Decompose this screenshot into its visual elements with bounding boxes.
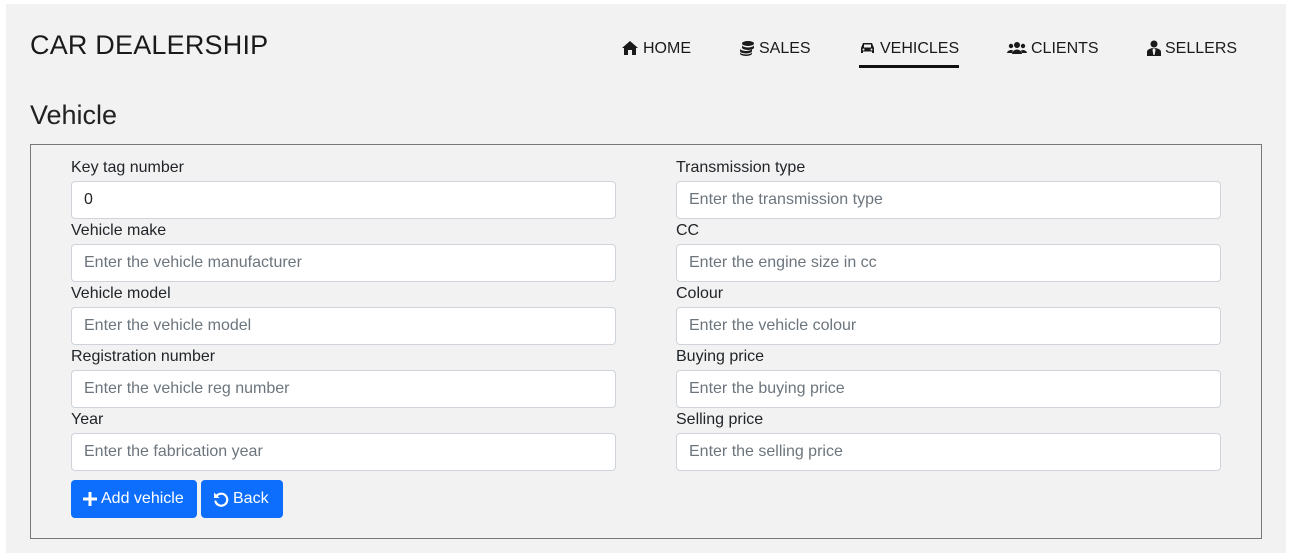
selling-price-input[interactable] xyxy=(676,433,1221,471)
nav-sales[interactable]: SALES xyxy=(739,40,811,68)
vehicle-make-field: Vehicle make xyxy=(71,222,616,282)
undo-icon xyxy=(213,491,229,507)
user-tie-icon xyxy=(1147,40,1161,56)
colour-label: Colour xyxy=(676,285,724,302)
nav-home[interactable]: HOME xyxy=(621,40,691,68)
page-title: Vehicle xyxy=(30,100,118,130)
nav-sellers-label: SELLERS xyxy=(1165,40,1238,57)
vehicle-model-field: Vehicle model xyxy=(71,285,616,345)
cc-input[interactable] xyxy=(676,244,1221,282)
buying-price-field: Buying price xyxy=(676,348,1221,408)
vehicle-form: Key tag number Vehicle make Vehicle mode… xyxy=(30,144,1262,539)
nav-home-label: HOME xyxy=(643,40,691,57)
selling-price-field: Selling price xyxy=(676,411,1221,471)
nav-sellers[interactable]: SELLERS xyxy=(1147,40,1237,68)
nav-clients[interactable]: CLIENTS xyxy=(1007,40,1099,68)
colour-input[interactable] xyxy=(676,307,1221,345)
year-field: Year xyxy=(71,411,616,471)
buying-price-input[interactable] xyxy=(676,370,1221,408)
year-label: Year xyxy=(71,411,104,428)
year-input[interactable] xyxy=(71,433,616,471)
transmission-type-label: Transmission type xyxy=(676,159,806,176)
car-icon xyxy=(859,40,876,56)
buying-price-label: Buying price xyxy=(676,348,765,365)
colour-field: Colour xyxy=(676,285,1221,345)
transmission-type-input[interactable] xyxy=(676,181,1221,219)
selling-price-label: Selling price xyxy=(676,411,764,428)
vehicle-make-input[interactable] xyxy=(71,244,616,282)
registration-number-label: Registration number xyxy=(71,348,216,365)
home-icon xyxy=(621,40,639,56)
back-button[interactable]: Back xyxy=(201,480,283,518)
registration-number-field: Registration number xyxy=(71,348,616,408)
back-label: Back xyxy=(233,490,269,507)
key-tag-number-input[interactable] xyxy=(71,181,616,219)
plus-icon xyxy=(83,492,97,506)
add-vehicle-label: Add vehicle xyxy=(101,490,184,507)
brand-title: CAR DEALERSHIP xyxy=(30,30,269,60)
key-tag-number-label: Key tag number xyxy=(71,159,184,176)
vehicle-model-label: Vehicle model xyxy=(71,285,171,302)
page: CAR DEALERSHIP HOME SALES VEHICLES CLIEN… xyxy=(6,4,1286,553)
cc-label: CC xyxy=(676,222,700,239)
registration-number-input[interactable] xyxy=(71,370,616,408)
vehicle-model-input[interactable] xyxy=(71,307,616,345)
transmission-type-field: Transmission type xyxy=(676,159,1221,219)
add-vehicle-button[interactable]: Add vehicle xyxy=(71,480,197,518)
cc-field: CC xyxy=(676,222,1221,282)
nav-vehicles[interactable]: VEHICLES xyxy=(859,40,960,68)
nav-sales-label: SALES xyxy=(759,40,811,57)
nav-clients-label: CLIENTS xyxy=(1031,40,1099,57)
vehicle-make-label: Vehicle make xyxy=(71,222,167,239)
key-tag-number-field: Key tag number xyxy=(71,159,616,219)
users-icon xyxy=(1007,40,1027,56)
coins-icon xyxy=(739,40,755,56)
nav-vehicles-label: VEHICLES xyxy=(880,40,960,57)
